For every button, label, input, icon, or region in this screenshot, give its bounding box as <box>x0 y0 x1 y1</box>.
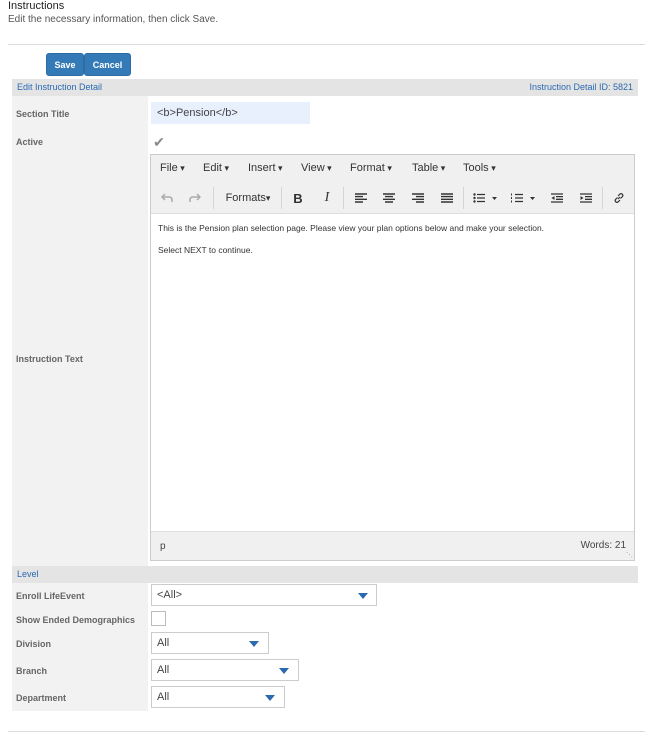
element-path[interactable]: p <box>160 541 166 552</box>
menu-insert[interactable]: Insert <box>248 162 283 174</box>
instruction-detail-id: Instruction Detail ID: 5821 <box>529 82 633 92</box>
italic-icon[interactable]: I <box>319 189 335 207</box>
top-divider <box>8 44 645 45</box>
align-justify-icon[interactable] <box>439 189 455 207</box>
editor-paragraph: Select NEXT to continue. <box>158 245 253 255</box>
menu-view[interactable]: View <box>301 162 332 174</box>
branch-label: Branch <box>16 666 48 676</box>
chevron-down-icon <box>358 593 368 599</box>
enroll-lifeevent-value: <All> <box>157 589 183 601</box>
bold-icon[interactable]: B <box>290 189 306 207</box>
enroll-lifeevent-label: Enroll LifeEvent <box>16 591 85 601</box>
save-button[interactable]: Save <box>46 53 84 76</box>
active-label: Active <box>16 137 44 147</box>
formats-dropdown[interactable]: Formats <box>221 189 275 207</box>
menu-tools[interactable]: Tools <box>463 162 496 174</box>
show-ended-demographics-checkbox[interactable] <box>151 611 166 626</box>
menu-table[interactable]: Table <box>412 162 445 174</box>
instruction-text-label: Instruction Text <box>16 354 83 364</box>
branch-select[interactable]: All <box>151 659 299 681</box>
word-count: Words: 21 <box>580 540 626 551</box>
align-right-icon[interactable] <box>410 189 426 207</box>
rich-text-editor[interactable]: File Edit Insert View Format Table Tools… <box>150 154 635 561</box>
menu-edit[interactable]: Edit <box>203 162 229 174</box>
editor-content[interactable]: This is the Pension plan selection page.… <box>158 223 627 267</box>
enroll-lifeevent-select[interactable]: <All> <box>151 584 377 606</box>
align-center-icon[interactable] <box>381 189 397 207</box>
editor-paragraph: This is the Pension plan selection page.… <box>158 223 545 233</box>
menu-format[interactable]: Format <box>350 162 392 174</box>
editor-statusbar: p Words: 21 ⋱ <box>151 531 634 560</box>
chevron-down-icon <box>279 668 289 674</box>
outdent-icon[interactable] <box>549 189 565 207</box>
cancel-button[interactable]: Cancel <box>84 53 131 76</box>
section-title-input[interactable]: <b>Pension</b> <box>151 102 310 124</box>
chevron-down-icon <box>249 641 259 647</box>
department-label: Department <box>16 693 67 703</box>
menu-file[interactable]: File <box>160 162 185 174</box>
editor-menubar: File Edit Insert View Format Table Tools <box>151 155 634 183</box>
bullet-list-icon[interactable] <box>471 189 501 207</box>
detail-section-title: Edit Instruction Detail <box>17 82 103 92</box>
link-icon[interactable] <box>611 189 627 207</box>
page-title: Instructions <box>8 0 65 12</box>
editor-toolbar: Formats B I <box>151 183 634 214</box>
section-title-label: Section Title <box>16 109 70 119</box>
indent-icon[interactable] <box>578 189 594 207</box>
department-select[interactable]: All <box>151 686 285 708</box>
division-value: All <box>157 637 170 649</box>
active-checkbox[interactable]: ✔ <box>151 134 167 150</box>
resize-handle-icon[interactable]: ⋱ <box>626 551 633 559</box>
align-left-icon[interactable] <box>353 189 369 207</box>
undo-icon[interactable] <box>159 189 175 207</box>
show-ended-demographics-label: Show Ended Demographics <box>16 615 136 625</box>
level-section-title: Level <box>17 569 39 579</box>
page-subtitle: Edit the necessary information, then cli… <box>8 14 219 25</box>
division-select[interactable]: All <box>151 632 269 654</box>
branch-value: All <box>157 664 170 676</box>
detail-section-header: Edit Instruction Detail Instruction Deta… <box>12 79 638 96</box>
level-section-header: Level <box>12 566 638 583</box>
division-label: Division <box>16 639 52 649</box>
bottom-divider <box>8 731 645 732</box>
department-value: All <box>157 691 170 703</box>
redo-icon[interactable] <box>187 189 203 207</box>
numbered-list-icon[interactable] <box>509 189 539 207</box>
chevron-down-icon <box>265 695 275 701</box>
